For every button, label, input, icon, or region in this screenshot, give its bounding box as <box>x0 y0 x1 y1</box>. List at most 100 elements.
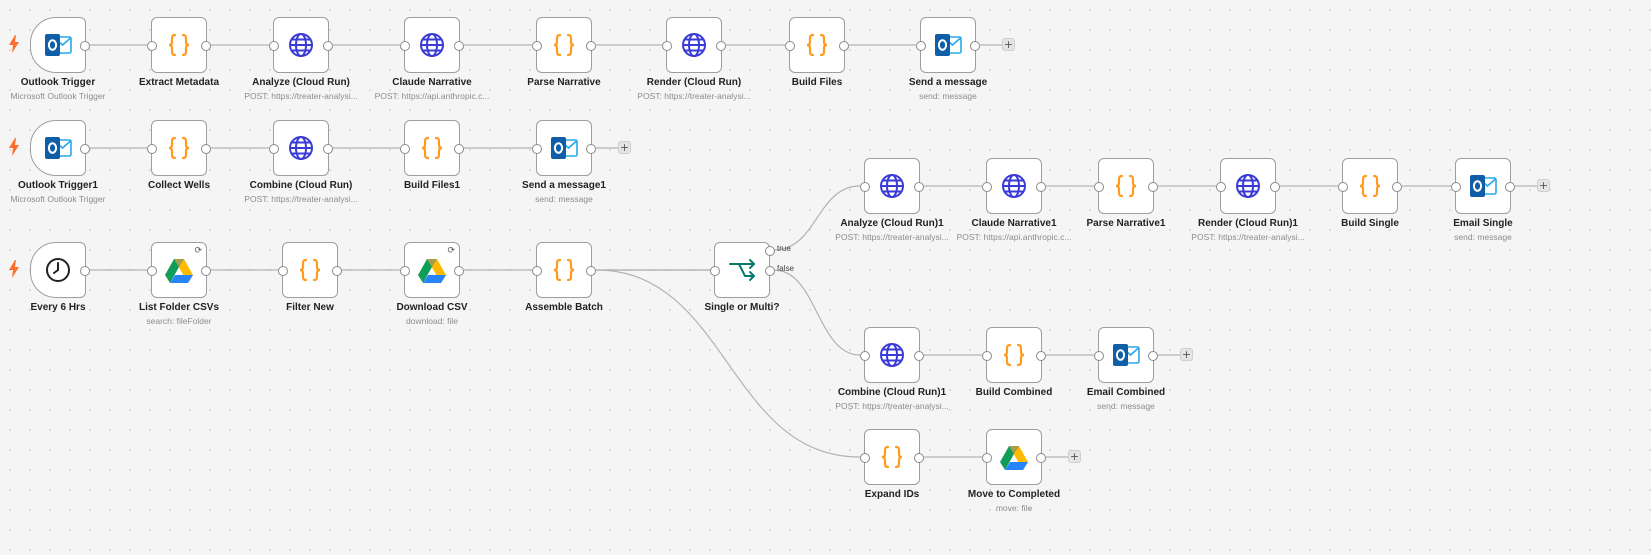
node-render-cloud-run[interactable] <box>662 17 726 73</box>
branch-true-port[interactable] <box>765 246 775 256</box>
input-port[interactable] <box>1338 182 1348 192</box>
input-port[interactable] <box>532 41 542 51</box>
node-render-cloud-run-1[interactable] <box>1216 158 1280 214</box>
node-parse-narrative[interactable] <box>532 17 596 73</box>
output-port[interactable] <box>80 41 90 51</box>
output-port[interactable] <box>1036 453 1046 463</box>
input-port[interactable] <box>269 41 279 51</box>
node-outlook-trigger[interactable] <box>9 17 90 73</box>
add-node-button[interactable]: + <box>618 141 631 154</box>
node-parse-narrative1[interactable] <box>1094 158 1158 214</box>
input-port[interactable] <box>400 41 410 51</box>
input-port[interactable] <box>400 266 410 276</box>
input-port[interactable] <box>982 453 992 463</box>
output-port[interactable] <box>586 144 596 154</box>
output-port[interactable] <box>1148 351 1158 361</box>
input-port[interactable] <box>860 351 870 361</box>
output-port[interactable] <box>586 41 596 51</box>
node-subtitle: POST: https://treater-analysi... <box>637 91 751 101</box>
input-port[interactable] <box>785 41 795 51</box>
input-port[interactable] <box>147 41 157 51</box>
output-port[interactable] <box>1148 182 1158 192</box>
add-node-button[interactable]: + <box>1002 38 1015 51</box>
output-port[interactable] <box>323 41 333 51</box>
output-port[interactable] <box>1392 182 1402 192</box>
output-port[interactable] <box>1036 351 1046 361</box>
input-port[interactable] <box>1094 182 1104 192</box>
node-label: Send a message <box>908 77 988 88</box>
input-port[interactable] <box>1094 351 1104 361</box>
input-port[interactable] <box>278 266 288 276</box>
input-port[interactable] <box>400 144 410 154</box>
output-port[interactable] <box>1036 182 1046 192</box>
node-analyze-cloud-run-1[interactable] <box>860 158 924 214</box>
input-port[interactable] <box>662 41 672 51</box>
node-download-csv[interactable]: ⟳ <box>400 242 464 298</box>
input-port[interactable] <box>982 182 992 192</box>
node-claude-narrative1[interactable] <box>982 158 1046 214</box>
branch-false-port[interactable] <box>765 266 775 276</box>
node-subtitle: POST: https://treater-analysi... <box>244 194 358 204</box>
output-port[interactable] <box>839 41 849 51</box>
output-port[interactable] <box>201 41 211 51</box>
input-port[interactable] <box>1451 182 1461 192</box>
output-port[interactable] <box>914 182 924 192</box>
output-port[interactable] <box>914 453 924 463</box>
node-claude-narrative[interactable] <box>400 17 464 73</box>
input-port[interactable] <box>147 144 157 154</box>
node-every-6-hrs[interactable] <box>9 242 90 298</box>
node-email-single[interactable] <box>1451 158 1515 214</box>
node-extract-metadata[interactable] <box>147 17 211 73</box>
input-port[interactable] <box>147 266 157 276</box>
code-icon <box>418 134 446 162</box>
node-analyze-cloud-run[interactable] <box>269 17 333 73</box>
output-port[interactable] <box>970 41 980 51</box>
output-port[interactable] <box>914 351 924 361</box>
node-build-combined[interactable] <box>982 327 1046 383</box>
input-port[interactable] <box>532 266 542 276</box>
node-single-or-multi[interactable] <box>710 242 770 298</box>
node-filter-new[interactable] <box>278 242 342 298</box>
add-node-button[interactable]: + <box>1068 450 1081 463</box>
node-expand-ids[interactable] <box>860 429 924 485</box>
node-build-files[interactable] <box>785 17 849 73</box>
node-send-a-message[interactable] <box>916 17 980 73</box>
input-port[interactable] <box>269 144 279 154</box>
input-port[interactable] <box>916 41 926 51</box>
node-assemble-batch[interactable] <box>532 242 596 298</box>
node-combine-cloud-run[interactable] <box>269 120 333 176</box>
node-label: Single or Multi? <box>704 302 780 313</box>
node-build-single[interactable] <box>1338 158 1402 214</box>
node-outlook-trigger1[interactable] <box>9 120 90 176</box>
input-port[interactable] <box>1216 182 1226 192</box>
output-port[interactable] <box>323 144 333 154</box>
add-node-button[interactable]: + <box>1537 179 1550 192</box>
output-port[interactable] <box>454 41 464 51</box>
code-icon <box>165 31 193 59</box>
input-port[interactable] <box>982 351 992 361</box>
add-node-button[interactable]: + <box>1180 348 1193 361</box>
globe-icon <box>680 31 708 59</box>
output-port[interactable] <box>80 266 90 276</box>
output-port[interactable] <box>716 41 726 51</box>
output-port[interactable] <box>454 266 464 276</box>
node-collect-wells[interactable] <box>147 120 211 176</box>
input-port[interactable] <box>860 453 870 463</box>
output-port[interactable] <box>201 144 211 154</box>
output-port[interactable] <box>586 266 596 276</box>
output-port[interactable] <box>1505 182 1515 192</box>
input-port[interactable] <box>710 266 720 276</box>
output-port[interactable] <box>80 144 90 154</box>
output-port[interactable] <box>201 266 211 276</box>
input-port[interactable] <box>532 144 542 154</box>
node-move-to-completed[interactable] <box>982 429 1046 485</box>
node-send-a-message1[interactable] <box>532 120 596 176</box>
output-port[interactable] <box>454 144 464 154</box>
node-combine-cloud-run-1[interactable] <box>860 327 924 383</box>
node-list-folder-csvs[interactable]: ⟳ <box>147 242 211 298</box>
node-email-combined[interactable] <box>1094 327 1158 383</box>
node-build-files1[interactable] <box>400 120 464 176</box>
output-port[interactable] <box>1270 182 1280 192</box>
output-port[interactable] <box>332 266 342 276</box>
input-port[interactable] <box>860 182 870 192</box>
